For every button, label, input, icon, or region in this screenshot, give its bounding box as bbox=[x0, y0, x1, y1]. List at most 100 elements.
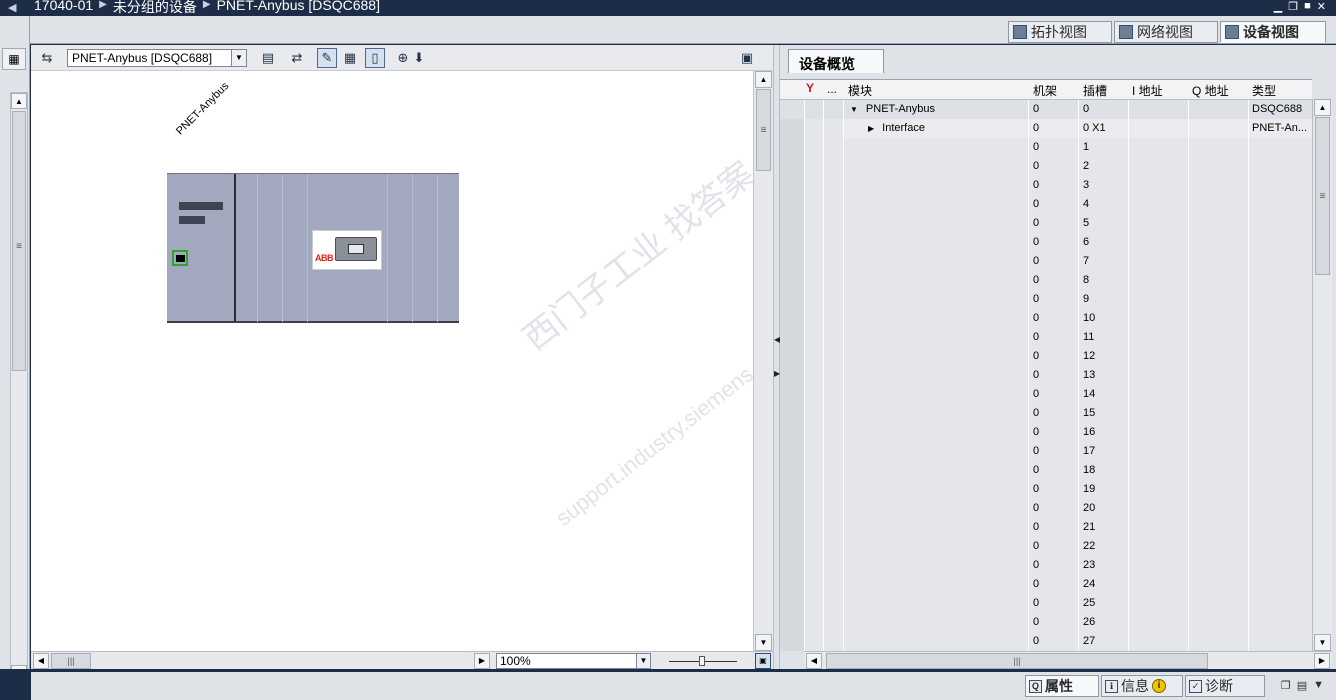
row-cell-rack[interactable]: 0 bbox=[1029, 347, 1078, 366]
row-cell-slot[interactable]: 5 bbox=[1079, 214, 1128, 233]
column-q-address[interactable]: Q 地址 bbox=[1192, 82, 1229, 99]
table-row[interactable]: 02 bbox=[780, 157, 1312, 176]
row-cell-type[interactable] bbox=[1249, 442, 1312, 461]
row-cell-module[interactable] bbox=[844, 290, 1028, 309]
row-cell-dots[interactable] bbox=[824, 385, 843, 404]
breadcrumb-group[interactable]: 未分组的设备 bbox=[113, 0, 197, 17]
chevron-down-icon[interactable]: ▼ bbox=[1313, 679, 1324, 692]
row-cell-rack[interactable]: 0 bbox=[1029, 499, 1078, 518]
row-cell-q-address[interactable] bbox=[1189, 119, 1248, 138]
row-cell-dots[interactable] bbox=[824, 518, 843, 537]
row-cell-dots[interactable] bbox=[824, 594, 843, 613]
row-cell-q-address[interactable] bbox=[1189, 347, 1248, 366]
overview-vertical-scrollbar[interactable]: ▲ ≡ ▼ bbox=[1312, 99, 1332, 651]
row-cell-module[interactable] bbox=[844, 366, 1028, 385]
tab-topology-view[interactable]: 拓扑视图 bbox=[1008, 21, 1112, 43]
expand-down-icon[interactable]: ▼ bbox=[850, 105, 858, 114]
overview-horizontal-scrollbar[interactable]: ◀ ||| ▶ bbox=[804, 651, 1332, 669]
table-row[interactable]: 08 bbox=[780, 271, 1312, 290]
row-cell-slot[interactable]: 26 bbox=[1079, 613, 1128, 632]
row-cell-module[interactable] bbox=[844, 499, 1028, 518]
rename-icon[interactable]: ⇄ bbox=[287, 48, 307, 68]
row-cell-module[interactable] bbox=[844, 518, 1028, 537]
row-cell-icon[interactable] bbox=[805, 613, 823, 632]
row-cell-type[interactable] bbox=[1249, 309, 1312, 328]
row-cell-q-address[interactable] bbox=[1189, 556, 1248, 575]
minimize-icon[interactable]: ▁ bbox=[1274, 0, 1282, 13]
row-cell-dots[interactable] bbox=[824, 214, 843, 233]
row-cell-slot[interactable]: 25 bbox=[1079, 594, 1128, 613]
row-cell-dots[interactable] bbox=[824, 195, 843, 214]
row-cell-icon[interactable] bbox=[805, 252, 823, 271]
row-cell-module[interactable] bbox=[844, 480, 1028, 499]
row-cell-dots[interactable] bbox=[824, 499, 843, 518]
row-selector[interactable] bbox=[780, 290, 804, 309]
row-cell-icon[interactable] bbox=[805, 119, 823, 138]
row-cell-type[interactable] bbox=[1249, 271, 1312, 290]
canvas-vertical-scrollbar[interactable]: ▲ ≡ ▼ bbox=[753, 71, 773, 651]
row-cell-module[interactable] bbox=[844, 594, 1028, 613]
row-cell-q-address[interactable] bbox=[1189, 328, 1248, 347]
row-cell-module[interactable] bbox=[844, 157, 1028, 176]
row-cell-i-address[interactable] bbox=[1129, 138, 1188, 157]
row-cell-i-address[interactable] bbox=[1129, 518, 1188, 537]
column-slot[interactable]: 插槽 bbox=[1083, 82, 1107, 99]
table-row[interactable]: 0 18 bbox=[780, 461, 1312, 480]
profinet-port-icon[interactable] bbox=[172, 250, 188, 266]
row-cell-module[interactable] bbox=[844, 138, 1028, 157]
row-cell-slot[interactable]: 19 bbox=[1079, 480, 1128, 499]
row-cell-q-address[interactable] bbox=[1189, 518, 1248, 537]
table-row[interactable]: 01 bbox=[780, 138, 1312, 157]
row-selector[interactable] bbox=[780, 214, 804, 233]
row-cell-q-address[interactable] bbox=[1189, 195, 1248, 214]
table-row[interactable]: 09 bbox=[780, 290, 1312, 309]
row-cell-module[interactable] bbox=[844, 271, 1028, 290]
row-cell-i-address[interactable] bbox=[1129, 404, 1188, 423]
row-cell-rack[interactable]: 0 bbox=[1029, 613, 1078, 632]
row-cell-type[interactable] bbox=[1249, 499, 1312, 518]
row-cell-slot[interactable]: 13 bbox=[1079, 366, 1128, 385]
row-selector[interactable] bbox=[780, 157, 804, 176]
row-cell-q-address[interactable] bbox=[1189, 100, 1248, 119]
row-cell-icon[interactable] bbox=[805, 385, 823, 404]
tab-diagnostics[interactable]: ✓ 诊断 bbox=[1185, 675, 1265, 697]
row-cell-rack[interactable]: 0 bbox=[1029, 461, 1078, 480]
row-cell-type[interactable]: DSQC688 bbox=[1249, 100, 1312, 119]
row-cell-type[interactable] bbox=[1249, 214, 1312, 233]
row-cell-dots[interactable] bbox=[824, 233, 843, 252]
table-row[interactable]: 0 14 bbox=[780, 385, 1312, 404]
row-cell-type[interactable] bbox=[1249, 366, 1312, 385]
table-row[interactable]: 0 17 bbox=[780, 442, 1312, 461]
row-selector[interactable] bbox=[780, 461, 804, 480]
breadcrumb-project[interactable]: 17040-01 bbox=[34, 0, 93, 17]
row-cell-dots[interactable] bbox=[824, 461, 843, 480]
row-cell-module[interactable] bbox=[844, 632, 1028, 651]
row-cell-module[interactable] bbox=[844, 575, 1028, 594]
table-row[interactable]: 0 23 bbox=[780, 556, 1312, 575]
row-cell-icon[interactable] bbox=[805, 442, 823, 461]
show-labels-icon[interactable]: ✎ bbox=[317, 48, 337, 68]
column-module[interactable]: 模块 bbox=[848, 82, 872, 99]
tab-network-view[interactable]: 网络视图 bbox=[1114, 21, 1218, 43]
row-cell-icon[interactable] bbox=[805, 480, 823, 499]
row-cell-rack[interactable]: 0 bbox=[1029, 366, 1078, 385]
row-cell-dots[interactable] bbox=[824, 252, 843, 271]
row-cell-module[interactable] bbox=[844, 537, 1028, 556]
row-cell-icon[interactable] bbox=[805, 632, 823, 651]
table-row[interactable]: 0 16 bbox=[780, 423, 1312, 442]
row-cell-type[interactable] bbox=[1249, 613, 1312, 632]
row-cell-rack[interactable]: 0 bbox=[1029, 594, 1078, 613]
table-row[interactable]: 0 11 bbox=[780, 328, 1312, 347]
rack-icon[interactable]: ▤ bbox=[258, 48, 278, 68]
restore-icon[interactable]: ❐ bbox=[1281, 679, 1291, 692]
row-cell-module[interactable] bbox=[844, 556, 1028, 575]
row-cell-slot[interactable]: 14 bbox=[1079, 385, 1128, 404]
row-cell-rack[interactable]: 0 bbox=[1029, 176, 1078, 195]
row-selector[interactable] bbox=[780, 480, 804, 499]
table-row[interactable]: 0 12 bbox=[780, 347, 1312, 366]
row-cell-module[interactable] bbox=[844, 214, 1028, 233]
row-cell-dots[interactable] bbox=[824, 537, 843, 556]
row-cell-icon[interactable] bbox=[805, 138, 823, 157]
row-cell-slot[interactable]: 8 bbox=[1079, 271, 1128, 290]
row-cell-i-address[interactable] bbox=[1129, 233, 1188, 252]
